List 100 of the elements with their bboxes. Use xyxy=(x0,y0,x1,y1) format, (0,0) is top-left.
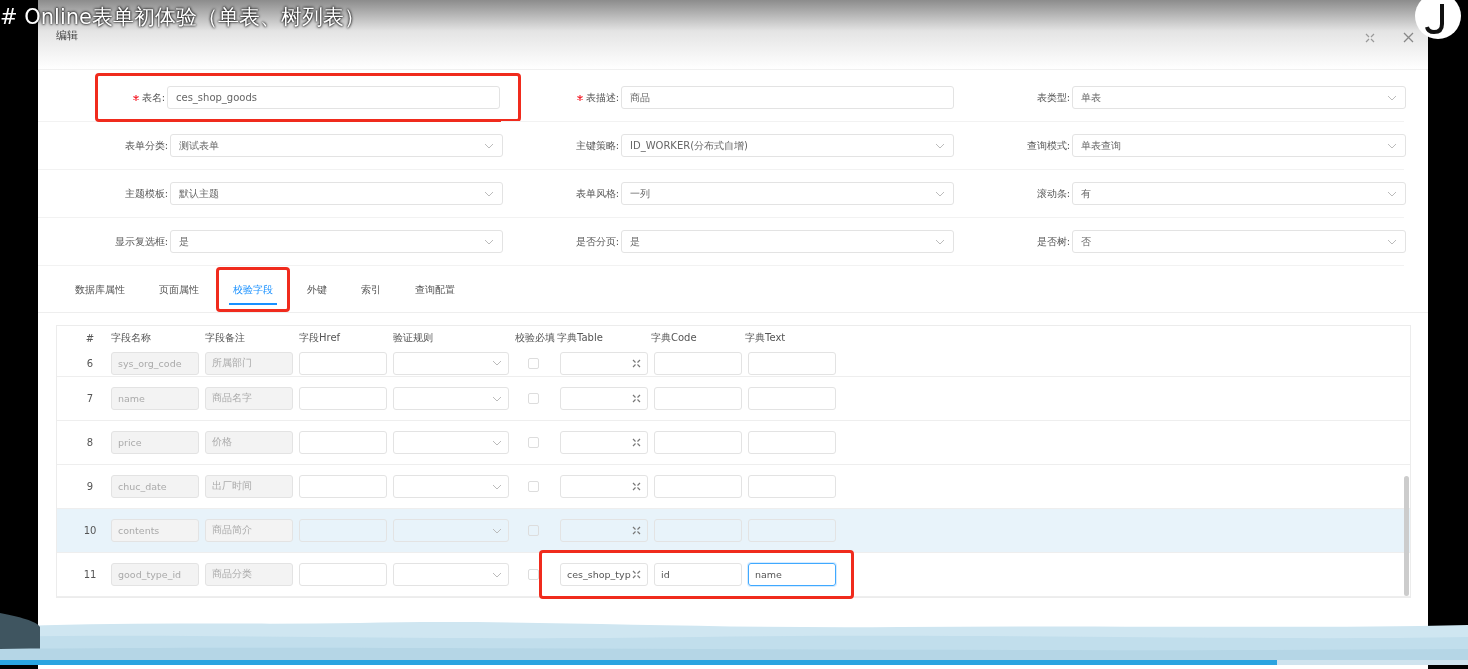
popup-field[interactable] xyxy=(560,475,648,498)
popup-field[interactable] xyxy=(560,387,648,410)
chevron-icon xyxy=(1387,94,1397,101)
logo-icon xyxy=(1414,0,1462,40)
chevron-icon xyxy=(492,360,502,366)
table-row[interactable]: 8 price 价格 xyxy=(57,421,1410,465)
select-field[interactable] xyxy=(393,475,509,498)
input-field[interactable] xyxy=(299,431,387,454)
column-header: 字典Text xyxy=(745,331,787,345)
select-field[interactable]: ID_WORKER(分布式自增) xyxy=(621,134,954,157)
checkbox[interactable] xyxy=(527,481,539,492)
expand-icon[interactable] xyxy=(632,570,641,579)
input-field[interactable]: 商品 xyxy=(621,86,954,109)
select-field[interactable]: 否 xyxy=(1072,230,1406,253)
tab[interactable]: 数据库属性 xyxy=(71,283,129,305)
chevron-icon xyxy=(935,190,945,197)
select-field[interactable]: 是 xyxy=(170,230,503,253)
dialog-title: 编辑 xyxy=(56,28,78,43)
field-label: 是否树: xyxy=(1036,235,1070,247)
input-field[interactable] xyxy=(299,387,387,410)
checkbox[interactable] xyxy=(527,569,539,580)
input-field: contents xyxy=(111,519,199,542)
popup-field[interactable] xyxy=(560,519,648,542)
chevron-icon xyxy=(935,142,945,149)
column-header: 字段Href xyxy=(299,331,342,345)
select-field[interactable]: 是 xyxy=(621,230,954,253)
checkbox[interactable] xyxy=(527,525,539,536)
chevron-icon xyxy=(935,238,945,245)
select-field[interactable]: 一列 xyxy=(621,182,954,205)
expand-icon[interactable] xyxy=(632,526,641,535)
select-field[interactable]: 默认主题 xyxy=(170,182,503,205)
chevron-icon xyxy=(484,142,494,149)
input-field: name xyxy=(111,387,199,410)
input-field: 商品分类 xyxy=(205,563,293,586)
chevron-icon xyxy=(1387,190,1397,197)
input-field[interactable] xyxy=(748,431,836,454)
row-number: 10 xyxy=(82,525,98,536)
table-row[interactable]: 11 good_type_id 商品分类 ces_shop_typ id name xyxy=(57,553,1410,597)
checkbox[interactable] xyxy=(527,437,539,448)
field-label: 滚动条: xyxy=(1036,187,1070,199)
chevron-icon xyxy=(492,527,502,534)
row-number: 6 xyxy=(85,357,95,369)
input-field[interactable]: name xyxy=(748,563,836,586)
fullscreen-icon[interactable] xyxy=(1365,32,1375,43)
popup-field[interactable] xyxy=(560,431,648,454)
tab[interactable]: 查询配置 xyxy=(411,283,459,305)
popup-field[interactable]: ces_shop_typ xyxy=(560,563,648,586)
select-field[interactable] xyxy=(393,519,509,542)
input-field: sys_org_code xyxy=(111,351,199,375)
tab[interactable]: 索引 xyxy=(357,283,385,305)
row-number: 8 xyxy=(85,437,95,448)
input-field: good_type_id xyxy=(111,563,199,586)
input-field[interactable] xyxy=(654,351,742,375)
checkbox[interactable] xyxy=(527,393,539,404)
column-header: 字段备注 xyxy=(205,331,246,345)
input-field[interactable] xyxy=(654,387,742,410)
input-field[interactable] xyxy=(299,563,387,586)
field-label: 表类型: xyxy=(1036,91,1070,103)
select-field[interactable]: 单表查询 xyxy=(1072,134,1406,157)
checkbox[interactable] xyxy=(527,357,539,369)
select-field[interactable] xyxy=(393,563,509,586)
row-number: 7 xyxy=(85,393,95,404)
select-field[interactable] xyxy=(393,387,509,410)
select-field[interactable]: 有 xyxy=(1072,182,1406,205)
input-field[interactable] xyxy=(748,387,836,410)
input-field[interactable] xyxy=(654,431,742,454)
column-header: # xyxy=(84,332,96,344)
tab[interactable]: 外键 xyxy=(303,283,331,305)
input-field: chuc_date xyxy=(111,475,199,498)
chevron-icon xyxy=(492,483,502,490)
column-header: 字典Code xyxy=(651,331,698,345)
table-row[interactable]: 7 name 商品名字 xyxy=(57,377,1410,421)
select-field[interactable] xyxy=(393,431,509,454)
expand-icon[interactable] xyxy=(632,394,641,403)
expand-icon[interactable] xyxy=(632,358,641,368)
select-field[interactable]: 测试表单 xyxy=(170,134,503,157)
input-field[interactable]: id xyxy=(654,563,742,586)
column-header: 字典Table xyxy=(557,331,604,345)
close-icon[interactable] xyxy=(1403,32,1414,43)
expand-icon[interactable] xyxy=(632,438,641,447)
expand-icon[interactable] xyxy=(632,482,641,491)
input-field[interactable] xyxy=(748,351,836,375)
table-row[interactable]: 6 sys_org_code 所属部门 xyxy=(57,350,1410,377)
field-label: 查询模式: xyxy=(1026,139,1070,151)
input-field: 出厂时间 xyxy=(205,475,293,498)
input-field[interactable] xyxy=(654,475,742,498)
field-label: 表名: xyxy=(141,91,165,103)
popup-field[interactable] xyxy=(560,351,648,375)
select-field[interactable] xyxy=(393,351,509,375)
input-field[interactable]: ces_shop_goods xyxy=(167,86,500,109)
input-field[interactable] xyxy=(299,351,387,375)
select-field[interactable]: 单表 xyxy=(1072,86,1406,109)
chevron-icon xyxy=(1387,142,1397,149)
input-field[interactable] xyxy=(299,475,387,498)
input-field[interactable] xyxy=(748,475,836,498)
scrollbar[interactable] xyxy=(1404,476,1409,596)
field-label: 表描述: xyxy=(585,91,619,103)
field-label: 表单风格: xyxy=(575,187,619,199)
row-number: 11 xyxy=(82,569,98,580)
tab[interactable]: 页面属性 xyxy=(155,283,203,305)
